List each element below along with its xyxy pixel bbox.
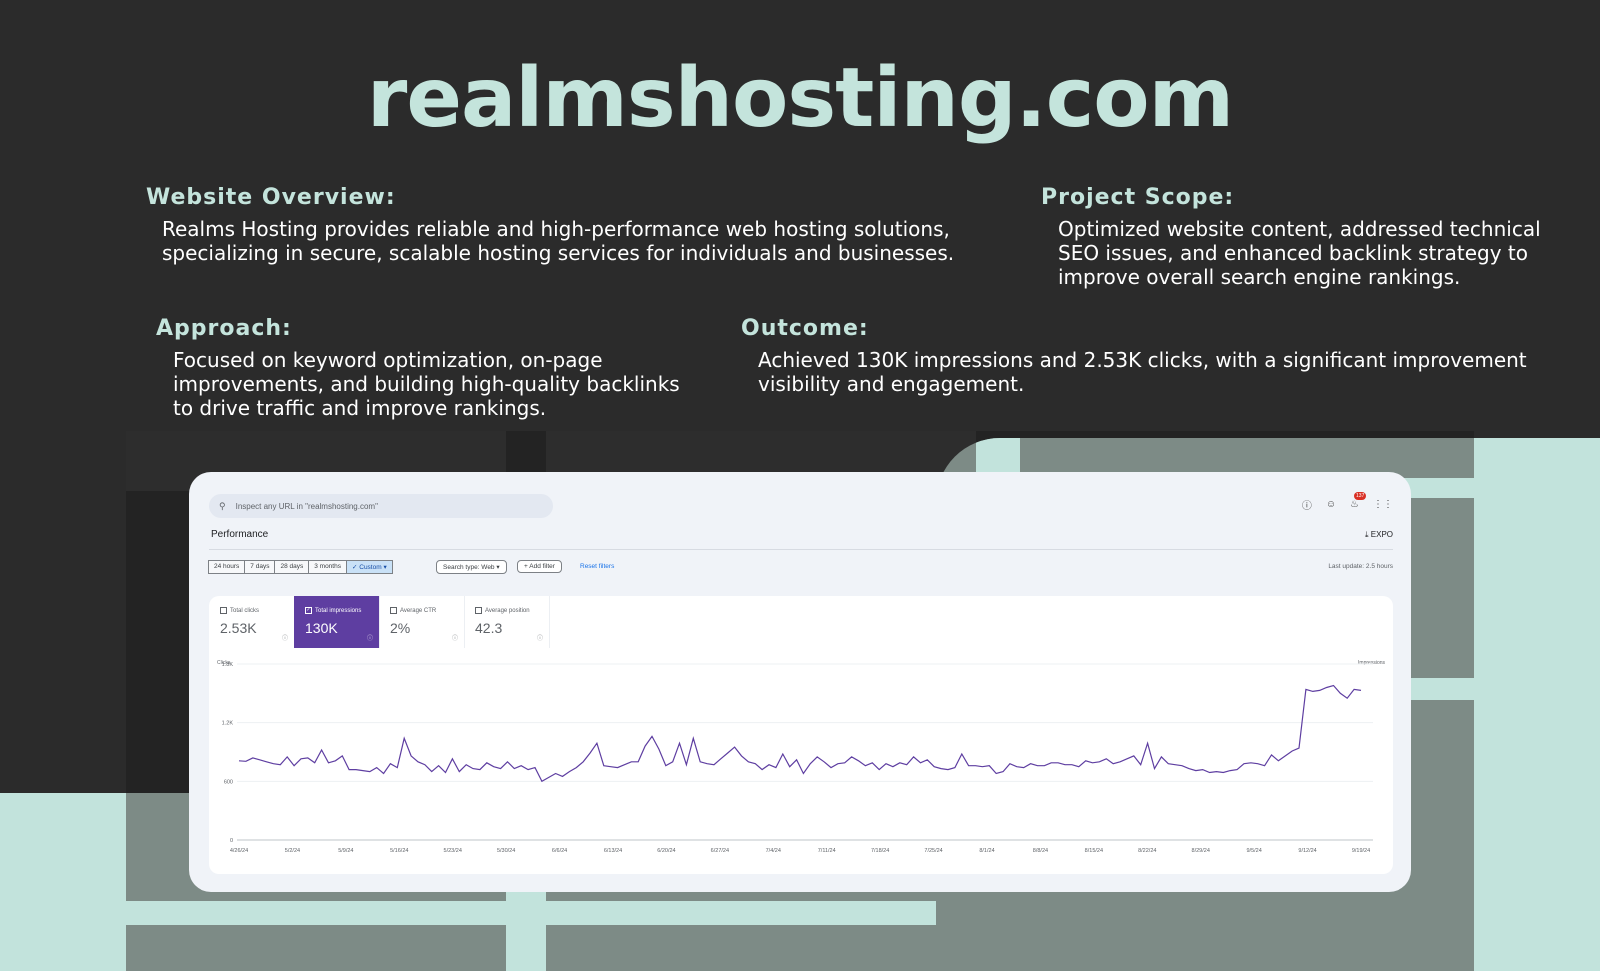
x-tick-label: 7/4/24 [766,848,781,854]
date-option-3m[interactable]: 3 months [308,560,347,574]
x-tick-label: 8/8/24 [1033,848,1048,854]
outcome-text: Achieved 130K impressions and 2.53K clic… [758,348,1527,396]
background-band-right [1474,438,1600,971]
reset-filters-link[interactable]: Reset filters [580,563,614,570]
x-tick-label: 5/30/24 [497,848,515,854]
download-icon: ⤓ [1364,530,1369,539]
last-update-text: Last update: 2.5 hours [1328,563,1393,570]
x-tick-label: 5/2/24 [285,848,300,854]
x-tick-label: 8/22/24 [1138,848,1156,854]
x-tick-label: 9/19/24 [1352,848,1370,854]
y-tick-label: 600 [224,779,233,785]
x-tick-label: 6/27/24 [711,848,729,854]
metric-value: 130K [305,620,338,636]
approach-text: Focused on keyword optimization, on-page… [173,348,680,420]
help-icon: ⓘ [536,636,543,642]
y-tick-label: 1.2K [222,721,234,727]
metric-label: Total impressions [315,607,362,614]
x-tick-label: 8/1/24 [979,848,994,854]
users-icon[interactable]: ☺ [1326,499,1336,510]
x-tick-label: 6/6/24 [552,848,567,854]
x-tick-label: 5/9/24 [338,848,353,854]
help-icon: ⓘ [366,636,373,642]
x-tick-label: 8/29/24 [1192,848,1210,854]
page-title: Performance [211,529,269,540]
x-tick-label: 4/26/24 [230,848,248,854]
metric-label: Total clicks [230,607,260,614]
apps-grid-icon[interactable]: ⋮⋮ [1373,499,1393,510]
x-tick-label: 7/11/24 [818,848,836,854]
add-filter-label: Add filter [529,563,555,570]
site-title: realmshosting.com [366,51,1234,146]
date-option-custom[interactable]: ✓ Custom ▾ [345,560,393,574]
overview-heading: Website Overview: [146,185,396,210]
scope-text: Optimized website content, addressed tec… [1058,217,1541,289]
metric-value: 2.53K [220,620,257,636]
y-tick-label: 1.8K [222,662,234,668]
date-option-7d[interactable]: 7 days [244,560,276,574]
metric-total-clicks[interactable]: Total clicks 2.53K ⓘ [209,596,295,648]
export-label: EXPO [1370,530,1393,539]
export-button[interactable]: ⤓ EXPO [1365,530,1393,540]
metric-label: Average CTR [400,607,437,614]
help-icon[interactable]: ⓘ [1302,497,1312,512]
help-icon: ⓘ [451,636,458,642]
search-console-card: ⚲ Inspect any URL in "realmshosting.com"… [189,472,1411,892]
x-tick-label: 7/25/24 [924,848,942,854]
checkbox-icon [220,607,227,614]
metric-average-position[interactable]: Average position 42.3 ⓘ [464,596,550,648]
performance-line-chart: 0 600 1.2K 1.8K 4/26/24 5/2/24 5/9/24 5/16/24 5/… [222,662,1373,854]
checkbox-checked-icon: ✓ [305,607,312,614]
x-tick-label: 7/18/24 [871,848,889,854]
add-filter-button[interactable]: + Add filter [517,560,562,573]
scope-heading: Project Scope: [1041,185,1235,210]
x-tick-label: 6/20/24 [657,848,675,854]
divider [209,549,1393,550]
x-tick-label: 5/16/24 [390,848,408,854]
metric-value: 42.3 [475,620,503,636]
metric-average-ctr[interactable]: Average CTR 2% ⓘ [379,596,465,648]
metric-value: 2% [390,620,411,636]
plus-icon: + [524,563,528,570]
search-type-filter[interactable]: Search type: Web ▾ [436,560,507,574]
x-tick-label: 5/23/24 [444,848,462,854]
impressions-series-line [238,684,1362,783]
search-placeholder: Inspect any URL in "realmshosting.com" [235,501,378,511]
notification-badge: 137 [1354,492,1367,500]
overview-text: Realms Hosting provides reliable and hig… [162,217,955,265]
search-icon: ⚲ [219,500,226,511]
date-option-28d[interactable]: 28 days [274,560,310,574]
x-tick-label: 9/5/24 [1246,848,1261,854]
x-tick-label: 6/13/24 [604,848,622,854]
y-tick-label: 0 [230,838,233,844]
date-option-24h[interactable]: 24 hours [208,560,246,574]
custom-label: Custom [359,564,382,571]
header-icons: ⓘ ☺ ♨ 137 ⋮⋮ [1302,492,1393,512]
help-icon: ⓘ [281,636,288,642]
url-inspect-search[interactable]: ⚲ Inspect any URL in "realmshosting.com" [209,494,553,518]
bell-icon[interactable]: ♨ 137 [1350,492,1367,510]
metric-label: Average position [485,607,530,614]
date-range-selector: 24 hours 7 days 28 days 3 months ✓ Custo… [208,560,393,574]
metric-total-impressions[interactable]: ✓ Total impressions 130K ⓘ [294,596,380,648]
x-tick-label: 9/12/24 [1298,848,1316,854]
checkbox-icon [390,607,397,614]
x-tick-label: 8/15/24 [1085,848,1103,854]
checkbox-icon [475,607,482,614]
performance-panel: Total clicks 2.53K ⓘ ✓ Total impressions … [209,596,1393,874]
outcome-heading: Outcome: [741,316,869,341]
approach-heading: Approach: [156,316,292,341]
search-type-label: Search type: Web [443,564,495,571]
